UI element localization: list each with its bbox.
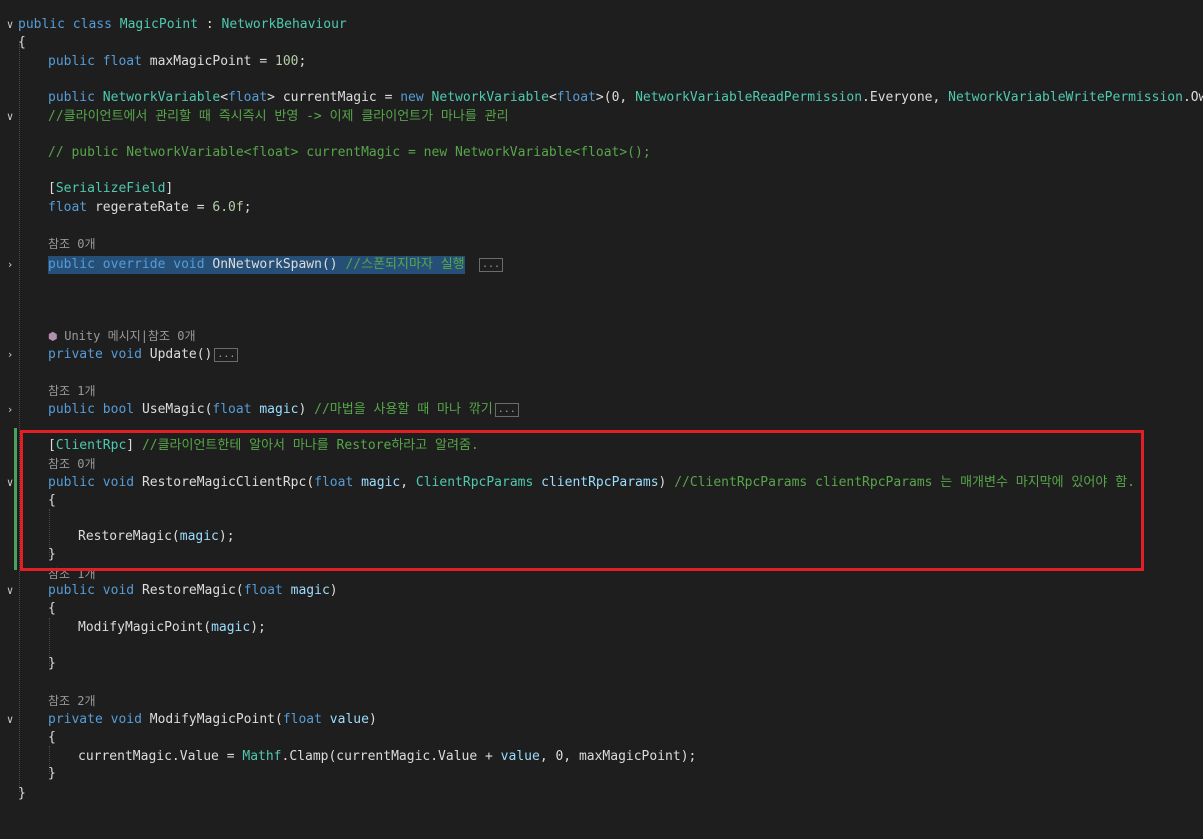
code-line[interactable]: { bbox=[0, 600, 1203, 618]
unity-icon: ⬢ bbox=[48, 330, 65, 343]
chevron-down-icon[interactable]: ∨ bbox=[4, 474, 16, 492]
chevron-down-icon[interactable]: ∨ bbox=[4, 711, 16, 729]
code-line[interactable]: { bbox=[0, 34, 1203, 52]
code-line[interactable]: // public NetworkVariable<float> current… bbox=[0, 144, 1203, 162]
chevron-down-icon[interactable]: ∨ bbox=[4, 582, 16, 600]
code-line[interactable]: ∨ public class MagicPoint : NetworkBehav… bbox=[0, 16, 1203, 34]
code-line[interactable]: currentMagic.Value = Mathf.Clamp(current… bbox=[0, 748, 1203, 766]
collapsed-region-button[interactable]: ... bbox=[479, 257, 504, 272]
code-line[interactable]: [SerializeField] bbox=[0, 180, 1203, 198]
code-lens[interactable]: ⬢ Unity 메시지|참조 0개 bbox=[0, 327, 1203, 345]
chevron-right-icon[interactable]: › bbox=[4, 256, 16, 274]
code-line[interactable]: [ClientRpc] //클라이언트한테 알아서 마나를 Restore하라고… bbox=[0, 437, 1203, 455]
code-line[interactable]: } bbox=[0, 785, 1203, 803]
code-line[interactable]: ∨ private void ModifyMagicPoint(float va… bbox=[0, 711, 1203, 729]
code-line[interactable]: › private void Update()... bbox=[0, 346, 1203, 364]
code-editor[interactable]: ∨ public class MagicPoint : NetworkBehav… bbox=[0, 0, 1203, 813]
code-line[interactable]: public NetworkVariable<float> currentMag… bbox=[0, 89, 1203, 107]
code-line[interactable]: › public override void OnNetworkSpawn() … bbox=[0, 256, 1203, 274]
code-lens[interactable]: 참조 1개 bbox=[0, 565, 1203, 583]
code-line[interactable]: { bbox=[0, 492, 1203, 510]
code-line[interactable]: float regerateRate = 6.0f; bbox=[0, 199, 1203, 217]
code-lens[interactable]: 참조 1개 bbox=[0, 382, 1203, 400]
collapsed-region-button[interactable]: ... bbox=[494, 402, 519, 417]
code-lens[interactable]: 참조 0개 bbox=[0, 455, 1203, 473]
code-line[interactable]: } bbox=[0, 765, 1203, 783]
chevron-right-icon[interactable]: › bbox=[4, 346, 16, 364]
code-line[interactable]: ∨ //클라이언트에서 관리할 때 즉시즉시 반영 -> 이제 클라이언트가 마… bbox=[0, 108, 1203, 126]
code-lens[interactable]: 참조 2개 bbox=[0, 692, 1203, 710]
code-line[interactable]: ∨ public void RestoreMagicClientRpc(floa… bbox=[0, 474, 1203, 492]
code-line[interactable]: { bbox=[0, 729, 1203, 747]
collapsed-region-button[interactable]: ... bbox=[214, 347, 239, 362]
code-line[interactable]: › public bool UseMagic(float magic) //마법… bbox=[0, 401, 1203, 419]
code-line[interactable]: ∨ public void RestoreMagic(float magic) bbox=[0, 582, 1203, 600]
code-line[interactable]: } bbox=[0, 546, 1203, 564]
code-line[interactable]: public float maxMagicPoint = 100; bbox=[0, 53, 1203, 71]
code-line[interactable]: } bbox=[0, 655, 1203, 673]
chevron-down-icon[interactable]: ∨ bbox=[4, 16, 16, 34]
code-lens[interactable]: 참조 0개 bbox=[0, 235, 1203, 253]
code-line[interactable]: ModifyMagicPoint(magic); bbox=[0, 619, 1203, 637]
code-line[interactable]: RestoreMagic(magic); bbox=[0, 528, 1203, 546]
chevron-down-icon[interactable]: ∨ bbox=[4, 108, 16, 126]
chevron-right-icon[interactable]: › bbox=[4, 401, 16, 419]
